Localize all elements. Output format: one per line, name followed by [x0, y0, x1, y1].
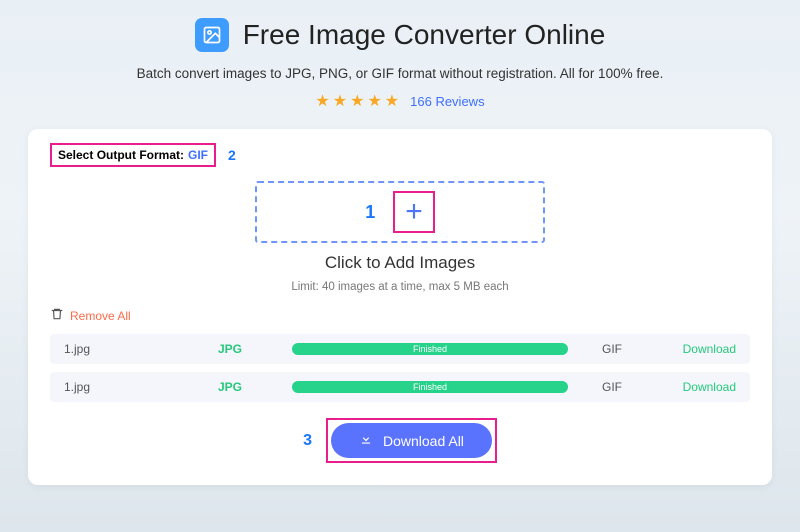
target-format: GIF	[582, 342, 642, 356]
star-icon: ★	[385, 91, 399, 111]
target-format: GIF	[582, 380, 642, 394]
add-images-dropzone[interactable]: 1 +	[255, 181, 545, 243]
remove-all-button[interactable]: Remove All	[50, 307, 131, 324]
add-images-button[interactable]: +	[393, 191, 435, 233]
plus-icon: +	[405, 197, 423, 227]
progress-bar: Finished	[292, 381, 568, 393]
trash-icon	[50, 307, 64, 324]
step-badge-1: 1	[365, 202, 375, 223]
file-row: 1.jpg JPG Finished GIF Download	[50, 372, 750, 402]
output-format-select[interactable]: Select Output Format: GIF	[50, 143, 216, 167]
output-format-row: Select Output Format: GIF 2	[50, 143, 750, 167]
title-row: Free Image Converter Online	[195, 18, 606, 52]
download-icon	[359, 432, 373, 449]
converter-panel: Select Output Format: GIF 2 1 + Click to…	[28, 129, 772, 485]
source-format: JPG	[218, 342, 278, 356]
star-icon: ★	[350, 91, 364, 111]
step-badge-2: 2	[228, 147, 236, 163]
download-all-button[interactable]: Download All	[331, 423, 492, 458]
output-format-value: GIF	[188, 148, 208, 162]
page-subtitle: Batch convert images to JPG, PNG, or GIF…	[0, 66, 800, 81]
star-icon: ★	[333, 91, 347, 111]
progress-bar: Finished	[292, 343, 568, 355]
file-name: 1.jpg	[64, 380, 204, 394]
star-icon: ★	[315, 91, 329, 111]
page-title: Free Image Converter Online	[243, 19, 606, 51]
source-format: JPG	[218, 380, 278, 394]
download-all-highlight: Download All	[326, 418, 497, 463]
output-format-label: Select Output Format:	[58, 148, 184, 162]
file-row: 1.jpg JPG Finished GIF Download	[50, 334, 750, 364]
file-name: 1.jpg	[64, 342, 204, 356]
remove-all-label: Remove All	[70, 309, 131, 323]
reviews-link[interactable]: 166 Reviews	[410, 94, 484, 109]
download-link[interactable]: Download	[656, 342, 736, 356]
reviews-row[interactable]: ★ ★ ★ ★ ★ 166 Reviews	[315, 91, 484, 111]
star-icon: ★	[367, 91, 381, 111]
limit-text: Limit: 40 images at a time, max 5 MB eac…	[50, 281, 750, 293]
page-header: Free Image Converter Online Batch conver…	[0, 0, 800, 111]
download-all-label: Download All	[383, 433, 464, 449]
app-logo-icon	[195, 18, 229, 52]
file-list: 1.jpg JPG Finished GIF Download 1.jpg JPG Finis…	[50, 334, 750, 402]
download-all-row: 3 Download All	[50, 418, 750, 463]
download-link[interactable]: Download	[656, 380, 736, 394]
step-badge-3: 3	[303, 432, 312, 450]
add-images-title: Click to Add Images	[50, 253, 750, 273]
